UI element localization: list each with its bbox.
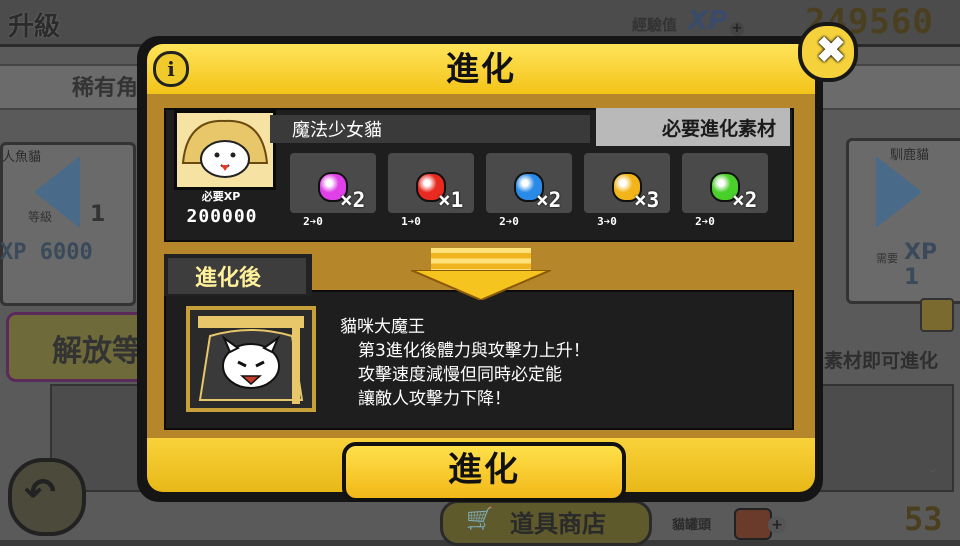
material-stock: 2➔0 (303, 215, 323, 228)
next-arrow-icon[interactable] (876, 156, 922, 228)
prev-unit-level-value: 1 (90, 202, 106, 227)
evolved-unit-desc-line3: 讓敵人攻擊力下降！ (358, 389, 511, 409)
evolved-unit-portrait (186, 306, 316, 412)
unit-portrait (174, 110, 276, 190)
release-button-label: 解放等 (52, 334, 142, 369)
material-qty: ×3 (634, 188, 660, 212)
evolved-unit-desc-line1: 第3進化後體力與攻擊力上升！ (358, 341, 590, 361)
cat-icon[interactable] (920, 298, 954, 332)
unit-name: 魔法少女貓 (292, 120, 382, 141)
material-qty: ×2 (732, 188, 758, 212)
evolve-button-label: 進化 (448, 450, 520, 490)
back-arrow-icon: ↶ (24, 470, 56, 514)
close-icon[interactable]: ✖ (805, 24, 857, 76)
material-stock: 2➔0 (499, 215, 519, 228)
cat-can-label: 貓罐頭 (672, 518, 712, 533)
evolved-unit-desc-line2: 攻擊速度減慢但同時必定能 (358, 365, 562, 385)
evolved-unit-name: 貓咪大魔王 (340, 317, 425, 337)
cat-can-value: 53 (904, 500, 943, 538)
prev-unit-xp: XP 6000 (0, 240, 93, 265)
xp-label: 經驗值 (632, 16, 678, 34)
down-arrow-icon (411, 270, 551, 300)
item-shop-label: 道具商店 (510, 510, 606, 538)
cat-can-icon (734, 508, 772, 540)
required-xp-label: 必要XP (201, 190, 241, 203)
material-stock: 2➔0 (695, 215, 715, 228)
material-stock: 3➔0 (597, 215, 617, 228)
material-qty: ×2 (536, 188, 562, 212)
info-icon[interactable]: i (153, 51, 189, 87)
next-unit-need-label: 需要 (876, 252, 898, 265)
material-qty: ×2 (340, 188, 366, 212)
required-xp-value: 200000 (186, 206, 258, 227)
xp-icon: XP (688, 6, 728, 36)
materials-header-label: 必要進化素材 (661, 118, 776, 140)
xp-plus-button[interactable]: + (730, 22, 744, 36)
cat-can-plus-button[interactable]: + (768, 516, 786, 534)
material-qty: ×1 (438, 188, 464, 212)
screen-title: 升級 (8, 12, 61, 42)
hint-text: 素材即可進化 (824, 350, 939, 372)
after-evolution-label: 進化後 (194, 266, 261, 291)
rarity-label: 稀有角 (72, 76, 139, 101)
prev-unit-level-label: 等級 (28, 210, 53, 224)
dialog-title: 進化 (446, 49, 516, 88)
cart-icon: 🛒 (466, 507, 494, 532)
chevron-down-icon[interactable]: ⌄ (926, 458, 939, 477)
material-stock: 1➔0 (401, 215, 421, 228)
next-unit-xp: XP 1 (904, 240, 938, 290)
